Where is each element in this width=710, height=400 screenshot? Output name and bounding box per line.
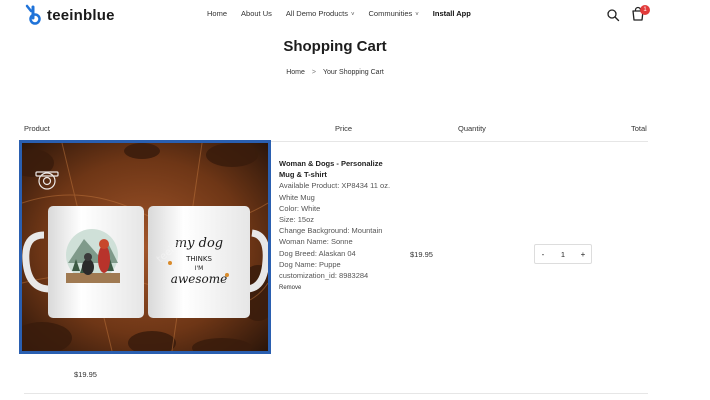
nav-communities[interactable]: Communities ˅	[369, 9, 419, 18]
page-title: Shopping Cart	[283, 38, 387, 55]
breadcrumb: Home > Your Shopping Cart	[0, 69, 670, 76]
product-image[interactable]: my dog THINKS I'M awesome teeinblue	[19, 140, 271, 354]
column-header-product: Product	[24, 124, 50, 133]
option-background: Change Background: Mountain	[279, 226, 383, 236]
site-header: teeinblue Home About Us All Demo Product…	[0, 0, 710, 30]
quantity-stepper: - +	[534, 244, 592, 264]
row-divider	[24, 393, 648, 394]
breadcrumb-current: Your Shopping Cart	[322, 69, 384, 76]
main-nav: Home About Us All Demo Products ˅ Communi…	[207, 9, 485, 18]
column-header-price: Price	[335, 124, 353, 133]
remove-item-link[interactable]: Remove	[279, 283, 399, 294]
nav-about-us[interactable]: About Us	[241, 9, 272, 18]
logo-icon	[25, 4, 41, 25]
breadcrumb-separator: >	[311, 69, 316, 76]
unit-price: $19.95	[410, 250, 433, 259]
option-color: Color: White	[279, 203, 321, 213]
option-dog-name: Dog Name: Puppe	[279, 259, 341, 269]
nav-home[interactable]: Home	[207, 9, 227, 18]
option-dog-breed: Dog Breed: Alaskan 04	[279, 248, 356, 258]
nav-all-demo-products[interactable]: All Demo Products ˅	[286, 9, 355, 18]
chevron-down-icon: ˅	[350, 12, 355, 18]
quantity-increase-button[interactable]: +	[575, 250, 591, 259]
column-header-quantity: Quantity	[458, 124, 486, 133]
nav-install-app[interactable]: Install App	[433, 9, 471, 18]
chevron-down-icon: ˅	[415, 12, 419, 18]
product-name-link[interactable]: Woman & Dogs - Personalize Mug & T-shirt	[279, 158, 399, 180]
product-details: Woman & Dogs - Personalize Mug & T-shirt…	[279, 158, 399, 294]
option-available-product: Available Product: XP8434 11 oz. White M…	[279, 181, 391, 202]
search-icon[interactable]	[606, 8, 620, 22]
logo-text: teeinblue	[47, 6, 115, 24]
option-woman-name: Woman Name: Sonne	[279, 237, 353, 247]
option-size: Size: 15oz	[279, 215, 315, 225]
option-customization-id: customization_id: 8983284	[279, 271, 369, 281]
logo[interactable]: teeinblue	[24, 4, 115, 26]
breadcrumb-home[interactable]: Home	[286, 69, 305, 76]
svg-text:THINKS: THINKS	[185, 255, 212, 263]
quantity-decrease-button[interactable]: -	[535, 250, 551, 259]
quantity-input[interactable]	[553, 249, 573, 259]
cart-count-badge: 1	[640, 5, 650, 15]
line-item-price: $19.95	[74, 370, 97, 379]
svg-text:awesome: awesome	[171, 272, 227, 286]
svg-text:I'M: I'M	[195, 265, 204, 272]
mug-product-image: my dog THINKS I'M awesome teeinblue	[22, 143, 268, 351]
column-header-total: Total	[631, 124, 647, 133]
